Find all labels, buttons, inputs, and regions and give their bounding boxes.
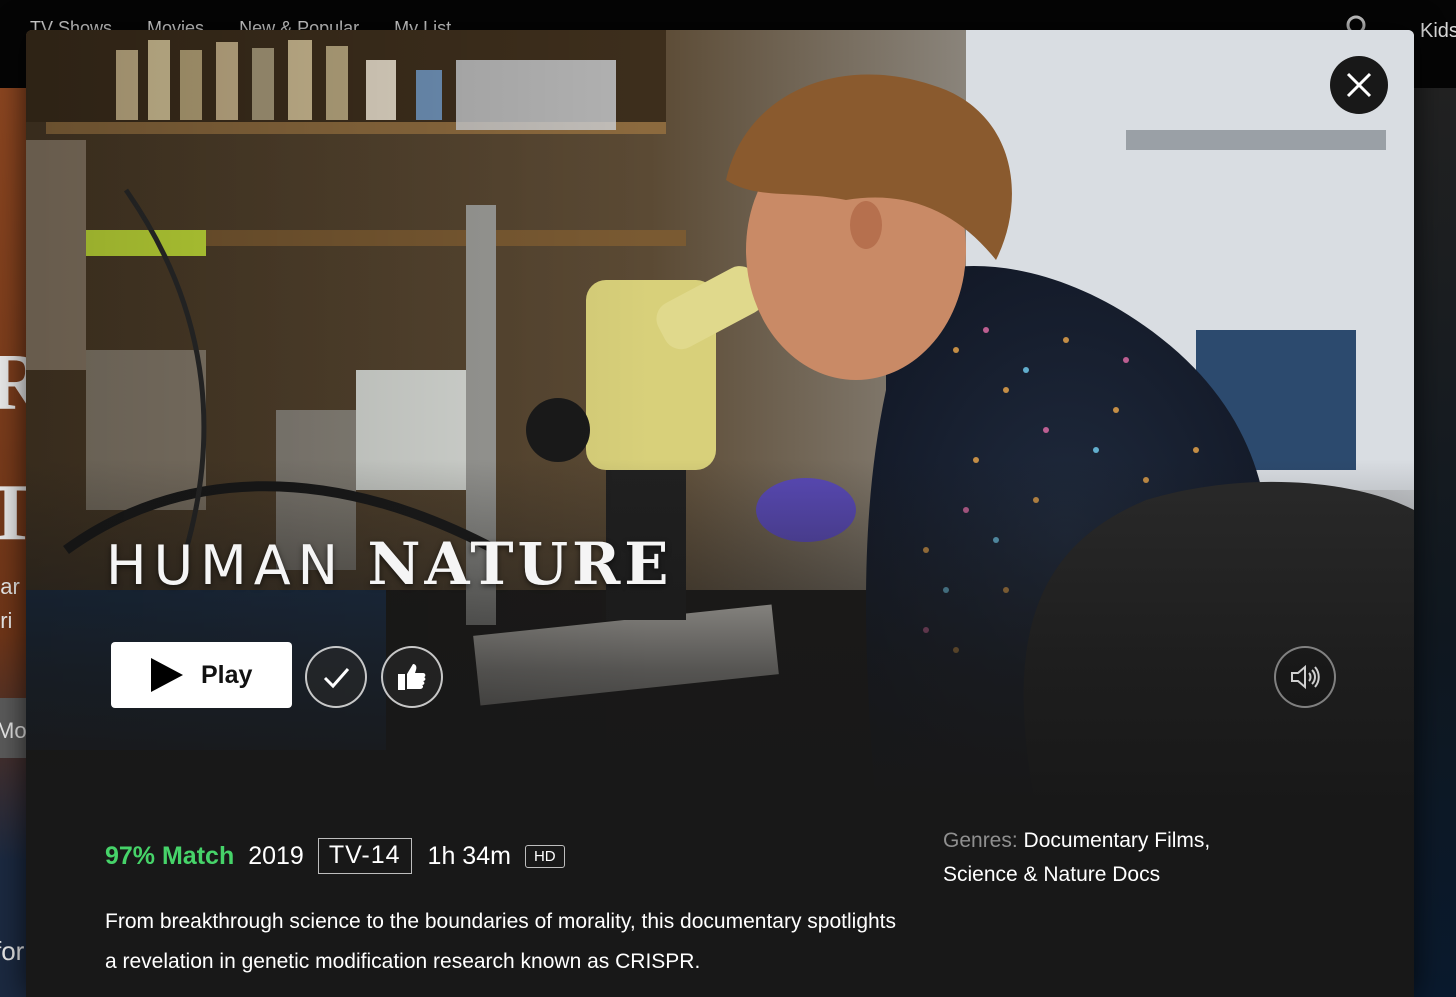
runtime: 1h 34m xyxy=(427,841,511,870)
check-icon xyxy=(323,668,350,689)
bg-fragment: ear xyxy=(0,574,20,599)
bg-fragment: R xyxy=(0,338,26,429)
genres-label: Genres: xyxy=(943,829,1018,852)
metadata-row: 97% Match 2019 TV-14 1h 34m HD xyxy=(105,838,565,874)
bg-fragment: uri xyxy=(0,608,13,633)
genre-link-documentary-films[interactable]: Documentary Films, xyxy=(1024,829,1211,852)
genre-link-science-nature-docs[interactable]: Science & Nature Docs xyxy=(943,863,1160,886)
close-icon xyxy=(1346,72,1372,98)
match-score: 97% Match xyxy=(105,841,235,870)
synopsis: From breakthrough science to the boundar… xyxy=(105,910,897,973)
bg-fragment: for xyxy=(0,936,25,966)
thumbs-up-icon xyxy=(398,664,426,690)
maturity-rating-badge: TV-14 xyxy=(317,838,412,874)
bg-more-button: Mo xyxy=(0,698,26,758)
title-logo: HUMAN NATURE xyxy=(106,530,673,598)
my-list-button[interactable] xyxy=(305,646,367,708)
hero-preview: HUMAN NATURE Play xyxy=(26,30,1414,810)
title-word-2: NATURE xyxy=(367,530,673,598)
title-detail-modal: HUMAN NATURE Play 97% Match 2019 TV-14 1… xyxy=(26,30,1414,997)
bg-fragment: Mo xyxy=(0,718,26,743)
play-button[interactable]: Play xyxy=(111,642,292,708)
hd-badge: HD xyxy=(524,844,565,868)
volume-button[interactable] xyxy=(1274,646,1336,708)
release-year: 2019 xyxy=(248,841,304,870)
title-word-1: HUMAN xyxy=(106,534,346,597)
background-left-strip: R T ear uri Mo for xyxy=(0,88,26,997)
kids-link[interactable]: Kids xyxy=(1420,20,1456,43)
speaker-icon xyxy=(1291,664,1320,690)
close-button[interactable] xyxy=(1330,56,1388,114)
genres: Genres: Documentary Films, Science & Nat… xyxy=(943,824,1283,892)
play-button-label: Play xyxy=(201,660,253,689)
bg-fragment: T xyxy=(0,468,26,559)
rate-button[interactable] xyxy=(381,646,443,708)
play-icon xyxy=(151,658,183,692)
background-right-strip xyxy=(1414,88,1456,997)
